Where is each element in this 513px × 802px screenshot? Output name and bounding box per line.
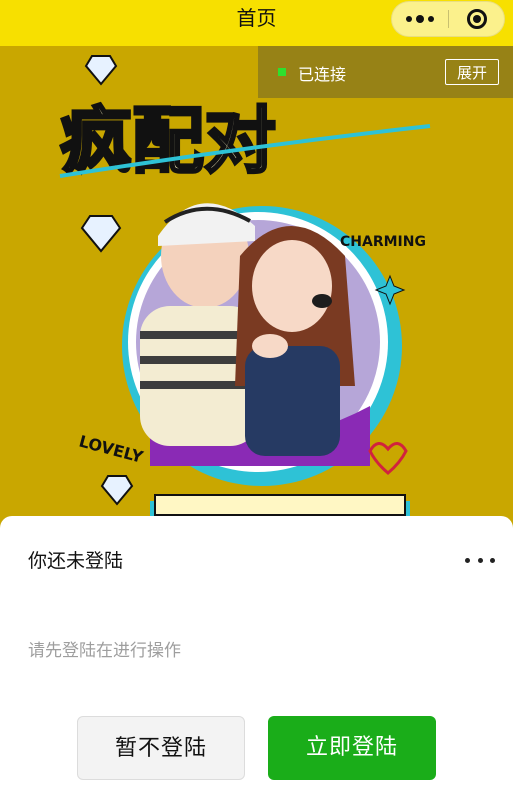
dialog-title: 你还未登陆 bbox=[28, 550, 124, 572]
connection-status-bar: 已连接 展开 bbox=[258, 46, 513, 98]
target-close-icon[interactable] bbox=[450, 2, 504, 36]
more-options-icon[interactable] bbox=[465, 550, 495, 570]
tag-charming: CHARMING bbox=[340, 234, 426, 250]
poster-banner: 疯配对 CHARMING LOVELY bbox=[0, 46, 513, 526]
cancel-login-button[interactable]: 暂不登陆 bbox=[77, 716, 245, 780]
app-screen: 首页 疯配对 CHARMING LOVELY 已连接 展开 你还未登陆 请先登陆… bbox=[0, 0, 513, 802]
connection-status-text: 已连接 bbox=[298, 65, 347, 84]
top-nav-bar: 首页 bbox=[0, 0, 513, 46]
dialog-message: 请先登陆在进行操作 bbox=[28, 641, 181, 661]
login-dialog: 你还未登陆 请先登陆在进行操作 暂不登陆 立即登陆 bbox=[0, 516, 513, 802]
poster-illustration: 疯配对 CHARMING LOVELY bbox=[0, 46, 513, 526]
status-dot-icon bbox=[278, 68, 286, 76]
more-dots-icon[interactable] bbox=[392, 2, 448, 36]
capsule-divider bbox=[448, 10, 449, 28]
expand-button[interactable]: 展开 bbox=[445, 59, 499, 85]
menu-capsule bbox=[391, 1, 505, 37]
login-now-button[interactable]: 立即登陆 bbox=[268, 716, 436, 780]
